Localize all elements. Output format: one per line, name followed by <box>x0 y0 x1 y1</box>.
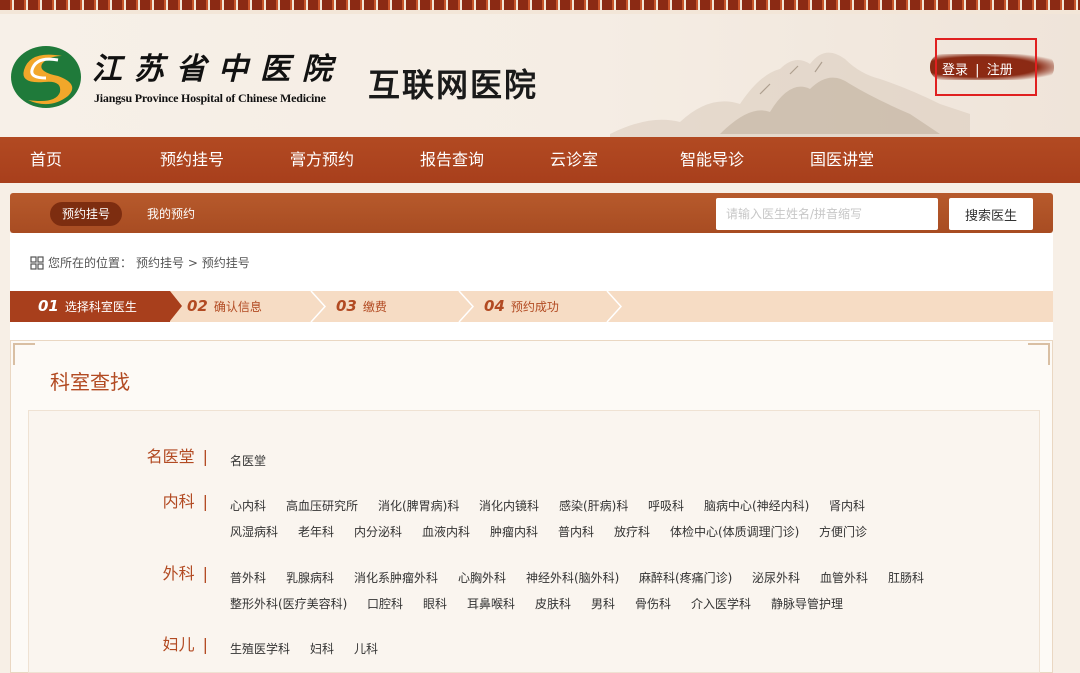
login-highlight-box <box>935 38 1037 96</box>
department-link[interactable]: 儿科 <box>354 640 378 657</box>
corner-ornament <box>13 343 35 365</box>
category-name: 内科 <box>162 492 195 511</box>
main-nav: 首页 预约挂号 膏方预约 报告查询 云诊室 智能导诊 国医讲堂 <box>0 137 1080 183</box>
department-link[interactable]: 方便门诊 <box>819 523 867 540</box>
department-link[interactable]: 乳腺病科 <box>286 569 334 586</box>
department-link[interactable]: 名医堂 <box>230 452 266 469</box>
step-payment: 03 缴费 <box>336 291 387 322</box>
step-chevron-icon <box>310 291 326 322</box>
department-link[interactable]: 神经外科(脑外科) <box>526 569 619 586</box>
department-link[interactable]: 血液内科 <box>422 523 470 540</box>
category-name: 外科 <box>162 564 195 583</box>
department-link[interactable]: 高血压研究所 <box>286 497 358 514</box>
department-link[interactable]: 普外科 <box>230 569 266 586</box>
department-link[interactable]: 妇科 <box>310 640 334 657</box>
department-link[interactable]: 消化内镜科 <box>479 497 539 514</box>
department-link[interactable]: 肛肠科 <box>888 569 924 586</box>
department-link[interactable]: 消化(脾胃病)科 <box>378 497 459 514</box>
department-link[interactable]: 放疗科 <box>614 523 650 540</box>
mountain-painting-icon <box>610 52 970 144</box>
department-link[interactable]: 心胸外科 <box>458 569 506 586</box>
breadcrumb: 您所在的位置： 预约挂号 > 预约挂号 <box>30 254 250 271</box>
breadcrumb-prefix: 您所在的位置： <box>48 256 133 270</box>
nav-item-lecture[interactable]: 国医讲堂 <box>810 137 874 183</box>
category-name: 名医堂 <box>146 447 195 466</box>
category-label: 外科 | <box>118 560 208 584</box>
hospital-name-en: Jiangsu Province Hospital of Chinese Med… <box>94 91 326 105</box>
hospital-logo-icon <box>11 46 81 108</box>
tab-appointment[interactable]: 预约挂号 <box>50 202 122 226</box>
step-label: 确认信息 <box>213 300 262 314</box>
department-link[interactable]: 消化系肿瘤外科 <box>354 569 438 586</box>
department-link[interactable]: 内分泌科 <box>354 523 402 540</box>
step-number: 01 <box>38 297 59 315</box>
tab-my-appointments[interactable]: 我的预约 <box>147 202 195 226</box>
category-separator: | <box>202 447 208 466</box>
location-grid-icon <box>30 255 44 270</box>
department-link[interactable]: 风湿病科 <box>230 523 278 540</box>
nav-item-home[interactable]: 首页 <box>30 137 62 183</box>
category-label: 名医堂 | <box>118 443 208 467</box>
search-doctor-button[interactable]: 搜索医生 <box>949 198 1033 230</box>
step-number: 04 <box>484 297 505 315</box>
department-link[interactable]: 肾内科 <box>829 497 865 514</box>
step-number: 02 <box>187 297 208 315</box>
category-label: 妇儿 | <box>118 631 208 655</box>
department-link[interactable]: 泌尿外科 <box>752 569 800 586</box>
nav-item-gaofang[interactable]: 膏方预约 <box>290 137 354 183</box>
breadcrumb-path[interactable]: 预约挂号 > 预约挂号 <box>136 254 250 271</box>
panel-title: 科室查找 <box>50 370 130 394</box>
step-label: 选择科室医生 <box>64 300 137 314</box>
department-link[interactable]: 介入医学科 <box>691 595 751 612</box>
department-link[interactable]: 体检中心(体质调理门诊) <box>670 523 799 540</box>
category-label: 内科 | <box>118 488 208 512</box>
step-chevron-icon <box>606 291 622 322</box>
nav-item-appointment[interactable]: 预约挂号 <box>160 137 224 183</box>
nav-item-report[interactable]: 报告查询 <box>420 137 484 183</box>
nav-item-cloud-clinic[interactable]: 云诊室 <box>550 137 598 183</box>
site-title: 互联网医院 <box>368 66 539 104</box>
category-separator: | <box>202 635 208 654</box>
department-link[interactable]: 普内科 <box>558 523 594 540</box>
step-success: 04 预约成功 <box>484 291 559 322</box>
nav-item-smart-guide[interactable]: 智能导诊 <box>680 137 744 183</box>
department-link[interactable]: 静脉导管护理 <box>771 595 843 612</box>
corner-ornament <box>1028 343 1050 365</box>
doctor-search-input[interactable] <box>716 198 938 230</box>
department-link[interactable]: 老年科 <box>298 523 334 540</box>
sub-toolbar: 预约挂号 我的预约 搜索医生 <box>10 193 1053 233</box>
department-link[interactable]: 血管外科 <box>820 569 868 586</box>
site-header: 江苏省中医院 Jiangsu Province Hospital of Chin… <box>0 14 1080 144</box>
department-link[interactable]: 脑病中心(神经内科) <box>704 497 809 514</box>
department-link[interactable]: 心内科 <box>230 497 266 514</box>
department-link[interactable]: 整形外科(医疗美容科) <box>230 595 347 612</box>
hospital-name-cn: 江苏省中医院 <box>92 52 344 87</box>
category-separator: | <box>202 564 208 583</box>
department-link[interactable]: 骨伤科 <box>635 595 671 612</box>
decorative-top-border <box>0 0 1080 14</box>
step-confirm-info: 02 确认信息 <box>187 291 262 322</box>
step-label: 缴费 <box>362 300 387 314</box>
step-number: 03 <box>336 297 357 315</box>
category-name: 妇儿 <box>162 635 195 654</box>
department-link[interactable]: 肿瘤内科 <box>490 523 538 540</box>
step-select-department: 01 选择科室医生 <box>10 291 182 322</box>
category-separator: | <box>202 492 208 511</box>
step-label: 预约成功 <box>510 300 559 314</box>
department-link[interactable]: 皮肤科 <box>535 595 571 612</box>
department-link[interactable]: 眼科 <box>423 595 447 612</box>
department-link[interactable]: 生殖医学科 <box>230 640 290 657</box>
department-link[interactable]: 感染(肝病)科 <box>559 497 628 514</box>
progress-steps: 01 选择科室医生 02 确认信息 03 缴费 04 预约成功 <box>10 291 1053 322</box>
department-link[interactable]: 耳鼻喉科 <box>467 595 515 612</box>
department-link[interactable]: 口腔科 <box>367 595 403 612</box>
department-link[interactable]: 男科 <box>591 595 615 612</box>
step-chevron-icon <box>458 291 474 322</box>
department-link[interactable]: 麻醉科(疼痛门诊) <box>639 569 732 586</box>
department-link[interactable]: 呼吸科 <box>648 497 684 514</box>
